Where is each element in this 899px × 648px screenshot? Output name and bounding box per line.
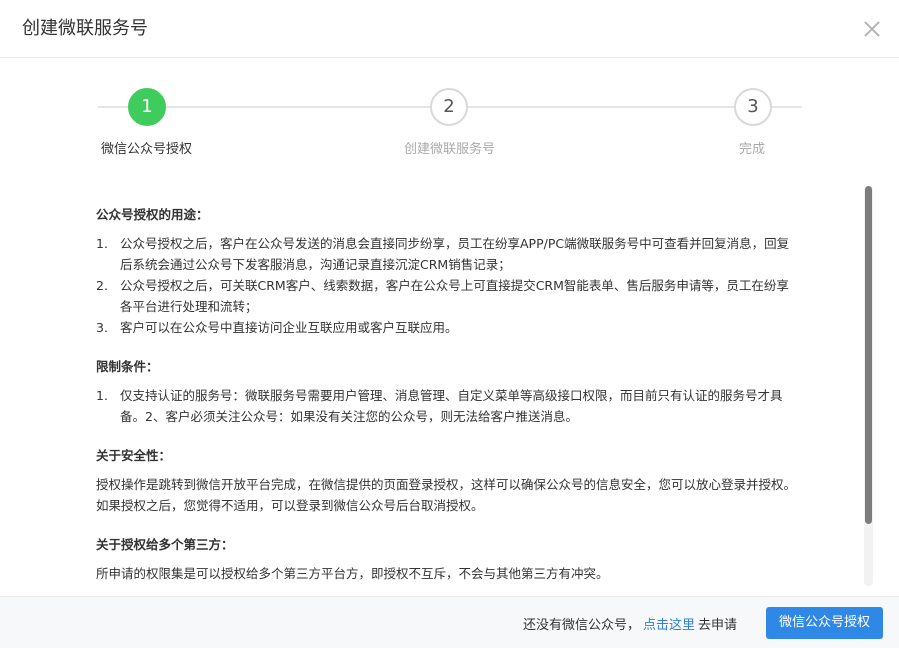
step-progress: 1 2 3 微信公众号授权 创建微联服务号 完成 [0,58,899,168]
list-text: 公众号授权之后，客户在公众号发送的消息会直接同步纷享，员工在纷享APP/PC端微… [120,236,790,272]
restrictions-title: 限制条件： [96,359,159,374]
security-text: 授权操作是跳转到微信开放平台完成，在微信提供的页面登录授权，这样可以确保公众号的… [96,477,797,513]
restrictions-list: 1. 仅支持认证的服务号：微联服务号需要用户管理、消息管理、自定义菜单等高级接口权… [96,385,796,427]
step-line-1-2 [166,106,430,108]
dialog-footer: 还没有微信公众号， 点击这里 去申请 微信公众号授权 [0,596,899,648]
step-2-label: 创建微联服务号 [404,142,496,157]
create-service-account-dialog: 创建微联服务号 1 2 3 微信公众号授权 创建微联服务号 完成 公众号授权的用… [0,0,899,648]
list-number: 2. [96,278,108,293]
list-number: 3. [96,320,108,335]
info-content-inner: 公众号授权的用途： 1. 公众号授权之后，客户在公众号发送的消息会直接同步纷享，员… [96,190,796,584]
list-text: 客户可以在公众号中直接访问企业互联应用或客户互联应用。 [120,320,458,335]
usage-list: 1. 公众号授权之后，客户在公众号发送的消息会直接同步纷享，员工在纷享APP/PC… [96,233,796,338]
list-number: 1. [96,388,108,403]
list-item: 1. 公众号授权之后，客户在公众号发送的消息会直接同步纷享，员工在纷享APP/PC… [96,233,796,275]
hint-suffix: 去申请 [698,618,738,633]
hint-prefix: 还没有微信公众号， [523,618,641,633]
step-1-label: 微信公众号授权 [101,142,193,157]
apply-hint: 还没有微信公众号， 点击这里 去申请 [523,614,737,633]
dialog-header: 创建微联服务号 [0,0,899,58]
step-2-circle: 2 [430,88,468,126]
close-icon[interactable] [863,20,881,38]
scrollbar-thumb[interactable] [865,186,872,524]
list-item: 1. 仅支持认证的服务号：微联服务号需要用户管理、消息管理、自定义菜单等高级接口权… [96,385,796,427]
info-content[interactable]: 公众号授权的用途： 1. 公众号授权之后，客户在公众号发送的消息会直接同步纷享，员… [0,190,862,586]
third-party-title: 关于授权给多个第三方： [96,537,234,552]
authorize-button[interactable]: 微信公众号授权 [766,607,883,639]
step-line-left [98,106,128,108]
content-scrollbar[interactable] [864,186,873,586]
list-text: 公众号授权之后，可关联CRM客户、线索数据，客户在公众号上可直接提交CRM智能表… [120,278,789,314]
step-3-circle: 3 [734,88,772,126]
list-number: 1. [96,236,108,251]
apply-link[interactable]: 点击这里 [643,618,695,633]
list-text: 仅支持认证的服务号：微联服务号需要用户管理、消息管理、自定义菜单等高级接口权限，… [120,388,783,424]
step-line-right [772,106,802,108]
list-item: 2. 公众号授权之后，可关联CRM客户、线索数据，客户在公众号上可直接提交CRM智… [96,275,796,317]
third-party-text: 所申请的权限集是可以授权给多个第三方平台方，即授权不互斥，不会与其他第三方有冲突… [96,566,609,581]
security-title: 关于安全性： [96,448,172,463]
dialog-title: 创建微联服务号 [22,18,148,39]
step-line-2-3 [468,106,734,108]
list-item: 3. 客户可以在公众号中直接访问企业互联应用或客户互联应用。 [96,317,796,338]
step-1-circle: 1 [128,88,166,126]
usage-title: 公众号授权的用途： [96,207,209,222]
step-3-label: 完成 [739,142,766,157]
